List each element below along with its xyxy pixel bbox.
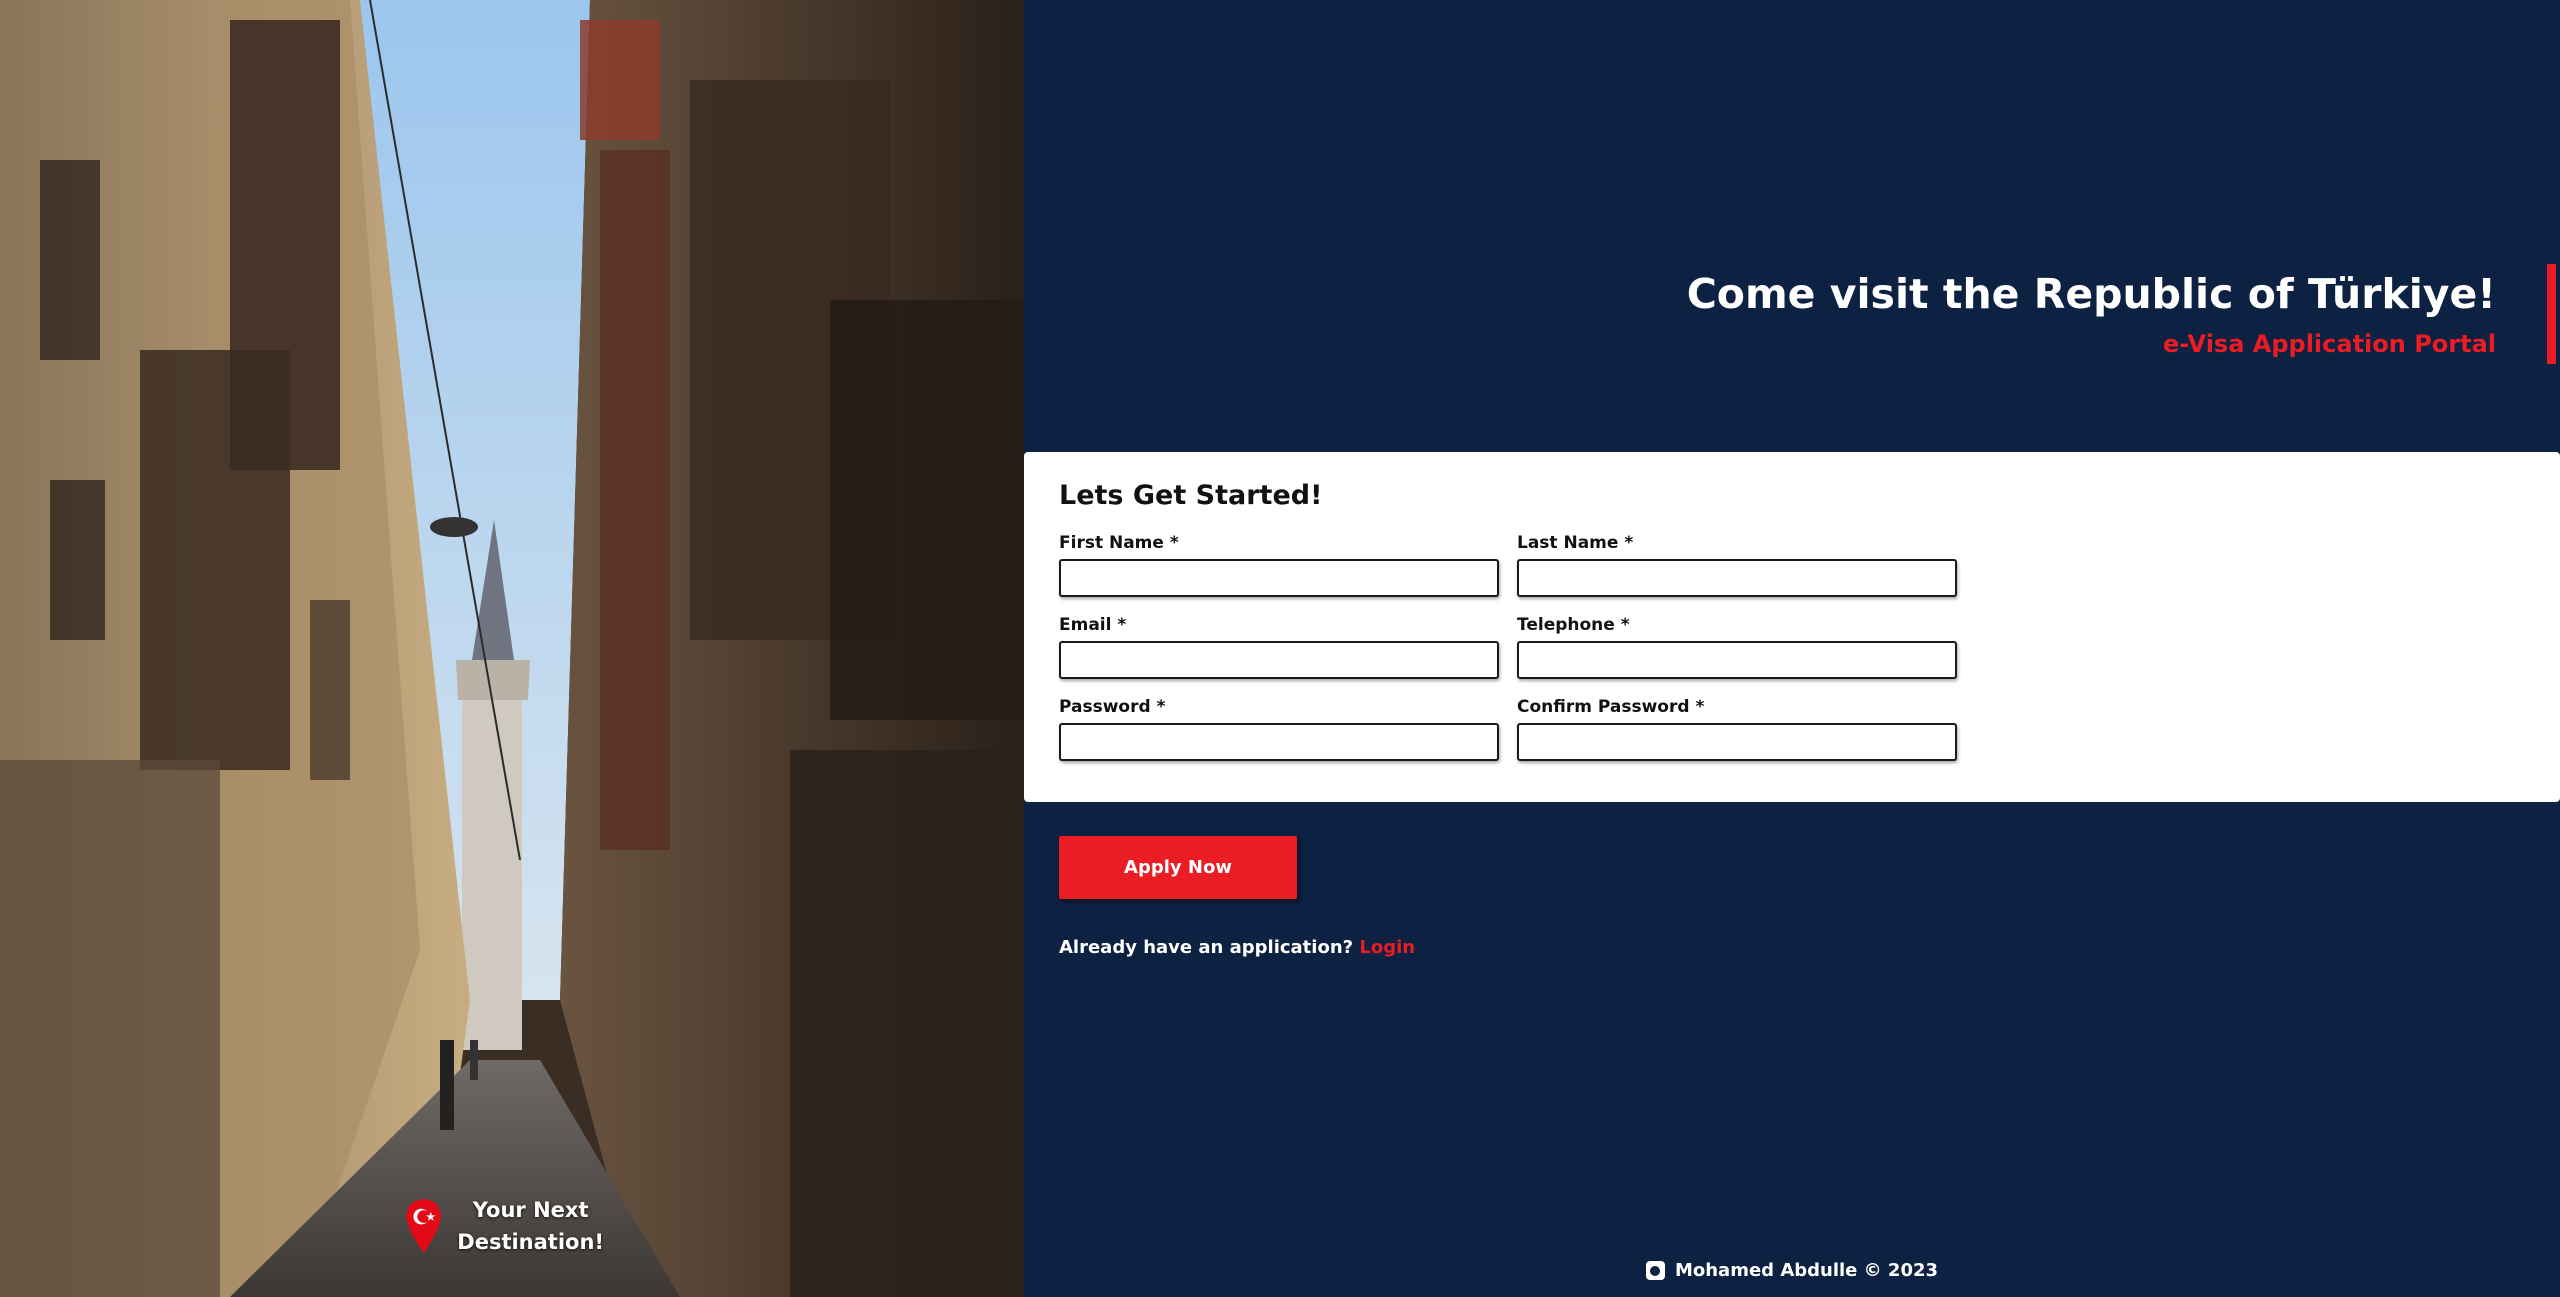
login-link[interactable]: Login (1359, 937, 1415, 958)
confirm-password-label: Confirm Password * (1517, 697, 1705, 717)
page-title: Come visit the Republic of Türkiye! (1686, 270, 2496, 318)
email-label: Email * (1059, 615, 1127, 635)
registration-form: Lets Get Started! First Name * Last Name… (1024, 452, 2560, 802)
apply-now-button[interactable]: Apply Now (1059, 836, 1297, 899)
form-title: Lets Get Started! (1059, 480, 1323, 511)
accent-bar (2547, 264, 2556, 364)
email-group: Email * (1059, 615, 1499, 679)
destination-line1: Your Next (472, 1198, 589, 1222)
email-input[interactable] (1059, 641, 1499, 679)
istanbul-street-image (0, 0, 1024, 1297)
confirm-password-input[interactable] (1517, 723, 1957, 761)
first-name-group: First Name * (1059, 533, 1499, 597)
footer-text: Mohamed Abdulle © 2023 (1674, 1260, 1939, 1281)
login-prompt: Already have an application? Login (1059, 937, 1415, 958)
password-label: Password * (1059, 697, 1166, 717)
first-name-input[interactable] (1059, 559, 1499, 597)
telephone-input[interactable] (1517, 641, 1957, 679)
hero-photo: Your Next Destination! (0, 0, 1024, 1297)
login-prompt-text: Already have an application? (1059, 937, 1354, 958)
telephone-group: Telephone * (1517, 615, 1957, 679)
github-icon[interactable] (1645, 1261, 1665, 1280)
password-group: Password * (1059, 697, 1499, 761)
telephone-label: Telephone * (1517, 615, 1630, 635)
first-name-label: First Name * (1059, 533, 1179, 553)
destination-line2: Destination! (457, 1230, 604, 1254)
last-name-group: Last Name * (1517, 533, 1957, 597)
main-panel: Come visit the Republic of Türkiye! e-Vi… (1024, 0, 2560, 1297)
destination-badge: Your Next Destination! (404, 1186, 604, 1266)
turkey-flag-pin-icon (406, 1199, 441, 1253)
footer: Mohamed Abdulle © 2023 (1024, 1260, 2560, 1281)
last-name-input[interactable] (1517, 559, 1957, 597)
confirm-password-group: Confirm Password * (1517, 697, 1957, 761)
destination-text: Your Next Destination! (457, 1194, 604, 1258)
page-subtitle: e-Visa Application Portal (2163, 330, 2496, 358)
last-name-label: Last Name * (1517, 533, 1634, 553)
password-input[interactable] (1059, 723, 1499, 761)
